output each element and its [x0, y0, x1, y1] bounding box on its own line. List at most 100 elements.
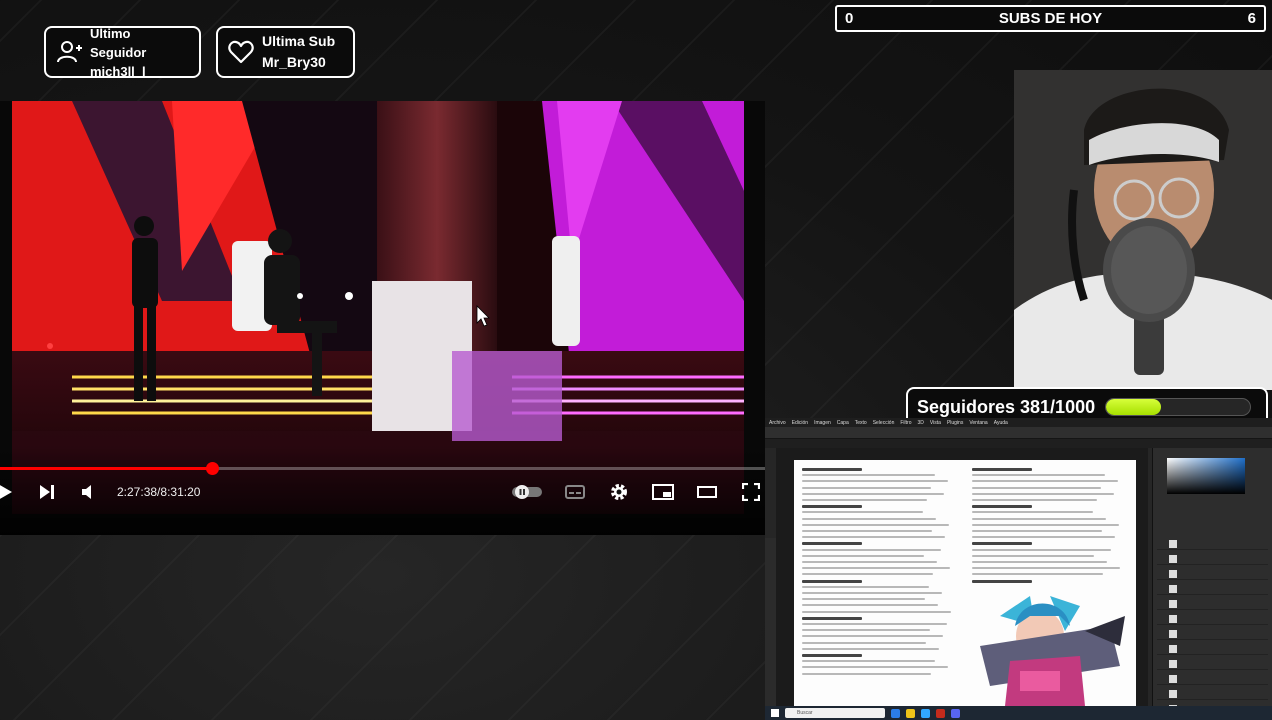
doc-heading-line — [802, 505, 862, 509]
doc-text-line — [972, 567, 1120, 570]
layer-row[interactable] — [1157, 643, 1268, 655]
followers-goal-fill — [1106, 399, 1161, 415]
seek-bar-handle[interactable] — [205, 462, 219, 475]
layers-panel — [1157, 538, 1268, 715]
ps-menu-item[interactable]: Edición — [792, 420, 808, 426]
photoshop-window: Archivo Edición Imagen Capa Texto Selección Fi… — [765, 418, 1272, 720]
settings-gear-icon[interactable] — [607, 479, 631, 505]
doc-text-line — [802, 517, 936, 520]
ps-menu-item[interactable]: 3D — [918, 420, 924, 426]
subs-today-title: SUBS DE HOY — [998, 10, 1103, 27]
miniplayer-icon[interactable] — [651, 479, 675, 505]
layer-row[interactable] — [1157, 598, 1268, 610]
doc-text-line — [802, 660, 935, 663]
subs-today-left-count: 0 — [845, 10, 854, 27]
player-controls: 2:27:38 / 8:31:20 — [0, 479, 765, 505]
doc-heading-line — [972, 542, 1032, 546]
doc-text-line — [972, 499, 1097, 501]
ps-menu-item[interactable]: Ventana — [969, 420, 987, 426]
photoshop-panels — [1152, 448, 1272, 715]
chat-icon[interactable] — [951, 708, 960, 718]
ps-menu-item[interactable]: Plugins — [947, 420, 963, 426]
doc-text-line — [802, 567, 950, 570]
layer-row[interactable] — [1157, 688, 1268, 700]
layer-row[interactable] — [1157, 553, 1268, 565]
layer-row[interactable] — [1157, 628, 1268, 640]
doc-text-line — [802, 585, 929, 588]
ps-menu-item[interactable]: Filtro — [900, 420, 911, 426]
autoplay-toggle-icon[interactable] — [510, 479, 544, 505]
folder-icon[interactable] — [906, 708, 915, 718]
layer-row[interactable] — [1157, 673, 1268, 685]
seek-bar[interactable] — [0, 462, 765, 475]
play-icon[interactable] — [0, 479, 14, 505]
doc-text-line — [802, 623, 947, 625]
doc-text-line — [802, 486, 931, 489]
layer-row[interactable] — [1157, 538, 1268, 550]
layer-row[interactable] — [1157, 658, 1268, 670]
last-sub-widget: Ultima Sub Mr_Bry30 — [216, 26, 355, 78]
stream-layout: Ultimo Seguidor mich3ll_l Ultima Sub Mr_… — [0, 0, 1272, 720]
doc-text-line — [802, 511, 923, 514]
time-total: 8:31:20 — [160, 485, 201, 499]
ps-menu-item[interactable]: Imagen — [814, 420, 831, 426]
layer-row[interactable] — [1157, 613, 1268, 625]
photoshop-menubar: Archivo Edición Imagen Capa Texto Selección Fi… — [765, 418, 1272, 427]
theater-mode-icon[interactable] — [695, 479, 719, 505]
doc-text-line — [802, 474, 935, 477]
doc-heading-line — [802, 542, 862, 546]
doc-heading-line — [972, 579, 1032, 583]
doc-text-line — [802, 672, 931, 675]
character-illustration — [980, 596, 1125, 706]
doc-text-line — [802, 604, 938, 607]
doc-text-line — [972, 536, 1115, 539]
ps-menu-item[interactable]: Ayuda — [994, 420, 1008, 426]
photoshop-canvas-area — [776, 448, 1148, 706]
last-follower-widget: Ultimo Seguidor mich3ll_l — [44, 25, 201, 79]
doc-text-line — [802, 480, 948, 483]
layer-row[interactable] — [1157, 583, 1268, 595]
browser-icon[interactable] — [891, 708, 900, 718]
doc-text-line — [802, 629, 930, 632]
webcam-feed — [1014, 70, 1272, 390]
doc-text-line — [802, 598, 925, 601]
subtitles-icon[interactable] — [563, 479, 587, 505]
time-current: 2:27:38 — [117, 485, 158, 499]
last-follower-title: Ultimo Seguidor — [90, 25, 147, 60]
ps-menu-item[interactable]: Texto — [855, 420, 867, 426]
fullscreen-icon[interactable] — [739, 479, 763, 505]
ps-menu-item[interactable]: Selección — [873, 420, 895, 426]
doc-text-line — [972, 530, 1102, 532]
doc-text-line — [972, 480, 1118, 483]
doc-text-line — [802, 666, 948, 669]
layer-row[interactable] — [1157, 568, 1268, 580]
ps-menu-item[interactable]: Vista — [930, 420, 941, 426]
doc-text-line — [972, 486, 1101, 489]
doc-text-line — [802, 647, 939, 650]
volume-icon[interactable] — [78, 479, 100, 505]
doc-text-line — [972, 517, 1106, 520]
windows-start-icon[interactable] — [771, 709, 779, 717]
doc-text-line — [802, 641, 926, 644]
last-follower-name: mich3ll_l — [90, 63, 146, 79]
next-icon[interactable] — [36, 479, 58, 505]
color-picker-shade — [1167, 458, 1245, 494]
video-player[interactable]: 2:27:38 / 8:31:20 — [0, 101, 765, 535]
doc-text-line — [972, 523, 1119, 526]
photoshop-toolbar — [765, 538, 776, 706]
doc-text-line — [802, 530, 932, 532]
app-icon[interactable] — [936, 708, 945, 718]
ps-menu-item[interactable]: Capa — [837, 420, 849, 426]
last-sub-title: Ultima Sub — [262, 33, 336, 49]
doc-heading-line — [802, 654, 862, 657]
heart-icon — [228, 39, 254, 65]
doc-text-line — [802, 499, 927, 501]
taskbar-search[interactable]: Buscar — [785, 708, 885, 718]
doc-text-line — [802, 523, 949, 526]
subs-today-right-count: 6 — [1247, 10, 1256, 27]
doc-text-line — [802, 610, 951, 613]
photoshop-icon[interactable] — [921, 708, 930, 718]
time-display: 2:27:38 / 8:31:20 — [117, 479, 200, 505]
doc-text-line — [802, 554, 924, 557]
ps-menu-item[interactable]: Archivo — [769, 420, 786, 426]
